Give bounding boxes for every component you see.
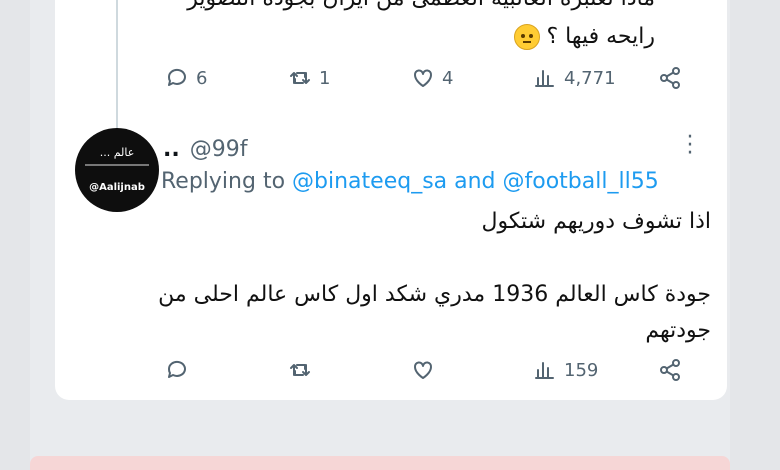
share-button[interactable] (658, 66, 682, 90)
tweet-text-paragraph: جودة كاس العالم 1936 مدري شكد اول كاس عا… (158, 282, 711, 343)
retweet-count: 1 (319, 67, 331, 89)
user-handle: @99f (189, 137, 248, 162)
replying-to-label: Replying to (161, 169, 286, 194)
right-frame (730, 0, 780, 470)
views-chart-icon (535, 362, 554, 379)
views-chart-icon (535, 70, 554, 87)
share-icon (660, 67, 680, 89)
tweet-text-partial: ماذا تعتبره الغالبية العظمى من ايران بجو… (55, 0, 655, 16)
tweet-thread-card: ماذا تعتبره الغالبية العظمى من ايران بجو… (55, 0, 727, 400)
retweet-icon (290, 72, 310, 84)
retweet-button[interactable]: 1 (288, 66, 330, 90)
tweet-text: اذا تشوف دوريهم شتكول (481, 209, 711, 234)
tweet-text-last-line: رايحه فيها ؟ (514, 20, 655, 54)
views-button[interactable]: 159 (533, 358, 598, 382)
like-button[interactable] (411, 358, 442, 382)
tweet-author[interactable]: .. @99f (163, 137, 247, 162)
views-count: 4,771 (564, 67, 616, 89)
reply-button[interactable] (165, 358, 196, 382)
reply-button[interactable]: 6 (165, 66, 207, 90)
views-count: 159 (564, 359, 599, 381)
heart-icon (414, 69, 432, 87)
tweet-text: رايحه فيها ؟ (546, 24, 655, 49)
like-count: 4 (442, 67, 454, 89)
share-icon (660, 359, 680, 381)
replying-to-line: Replying to @binateeq_sa and @football_l… (161, 169, 659, 194)
share-button[interactable] (658, 358, 682, 382)
tweet-action-bar: 159 (55, 358, 727, 388)
retweet-icon (290, 364, 310, 376)
face-with-rolling-eyes-icon (514, 24, 541, 50)
reply-icon (167, 68, 186, 86)
avatar-divider (85, 164, 149, 166)
reply-count: 6 (196, 67, 208, 89)
thread-connector-line (116, 0, 118, 128)
views-button[interactable]: 4,771 (533, 66, 616, 90)
reply-icon (167, 360, 186, 378)
avatar[interactable]: عالم ... @Aalijnab (75, 128, 159, 212)
more-options-button[interactable]: · · · (685, 127, 695, 165)
more-vertical-icon: · · · (686, 125, 694, 166)
avatar-handle-text: @Aalijnab (89, 182, 145, 193)
heart-icon (414, 361, 432, 379)
display-name: .. (163, 137, 180, 162)
tweet-action-bar: 6 1 4 4,771 (55, 66, 727, 96)
left-frame (0, 0, 30, 470)
avatar-text-top: عالم ... (99, 146, 135, 159)
replying-to-links[interactable]: @binateeq_sa and @football_ll55 (292, 169, 659, 194)
retweet-button[interactable] (288, 358, 319, 382)
like-button[interactable]: 4 (411, 66, 453, 90)
next-card-edge (30, 456, 730, 470)
